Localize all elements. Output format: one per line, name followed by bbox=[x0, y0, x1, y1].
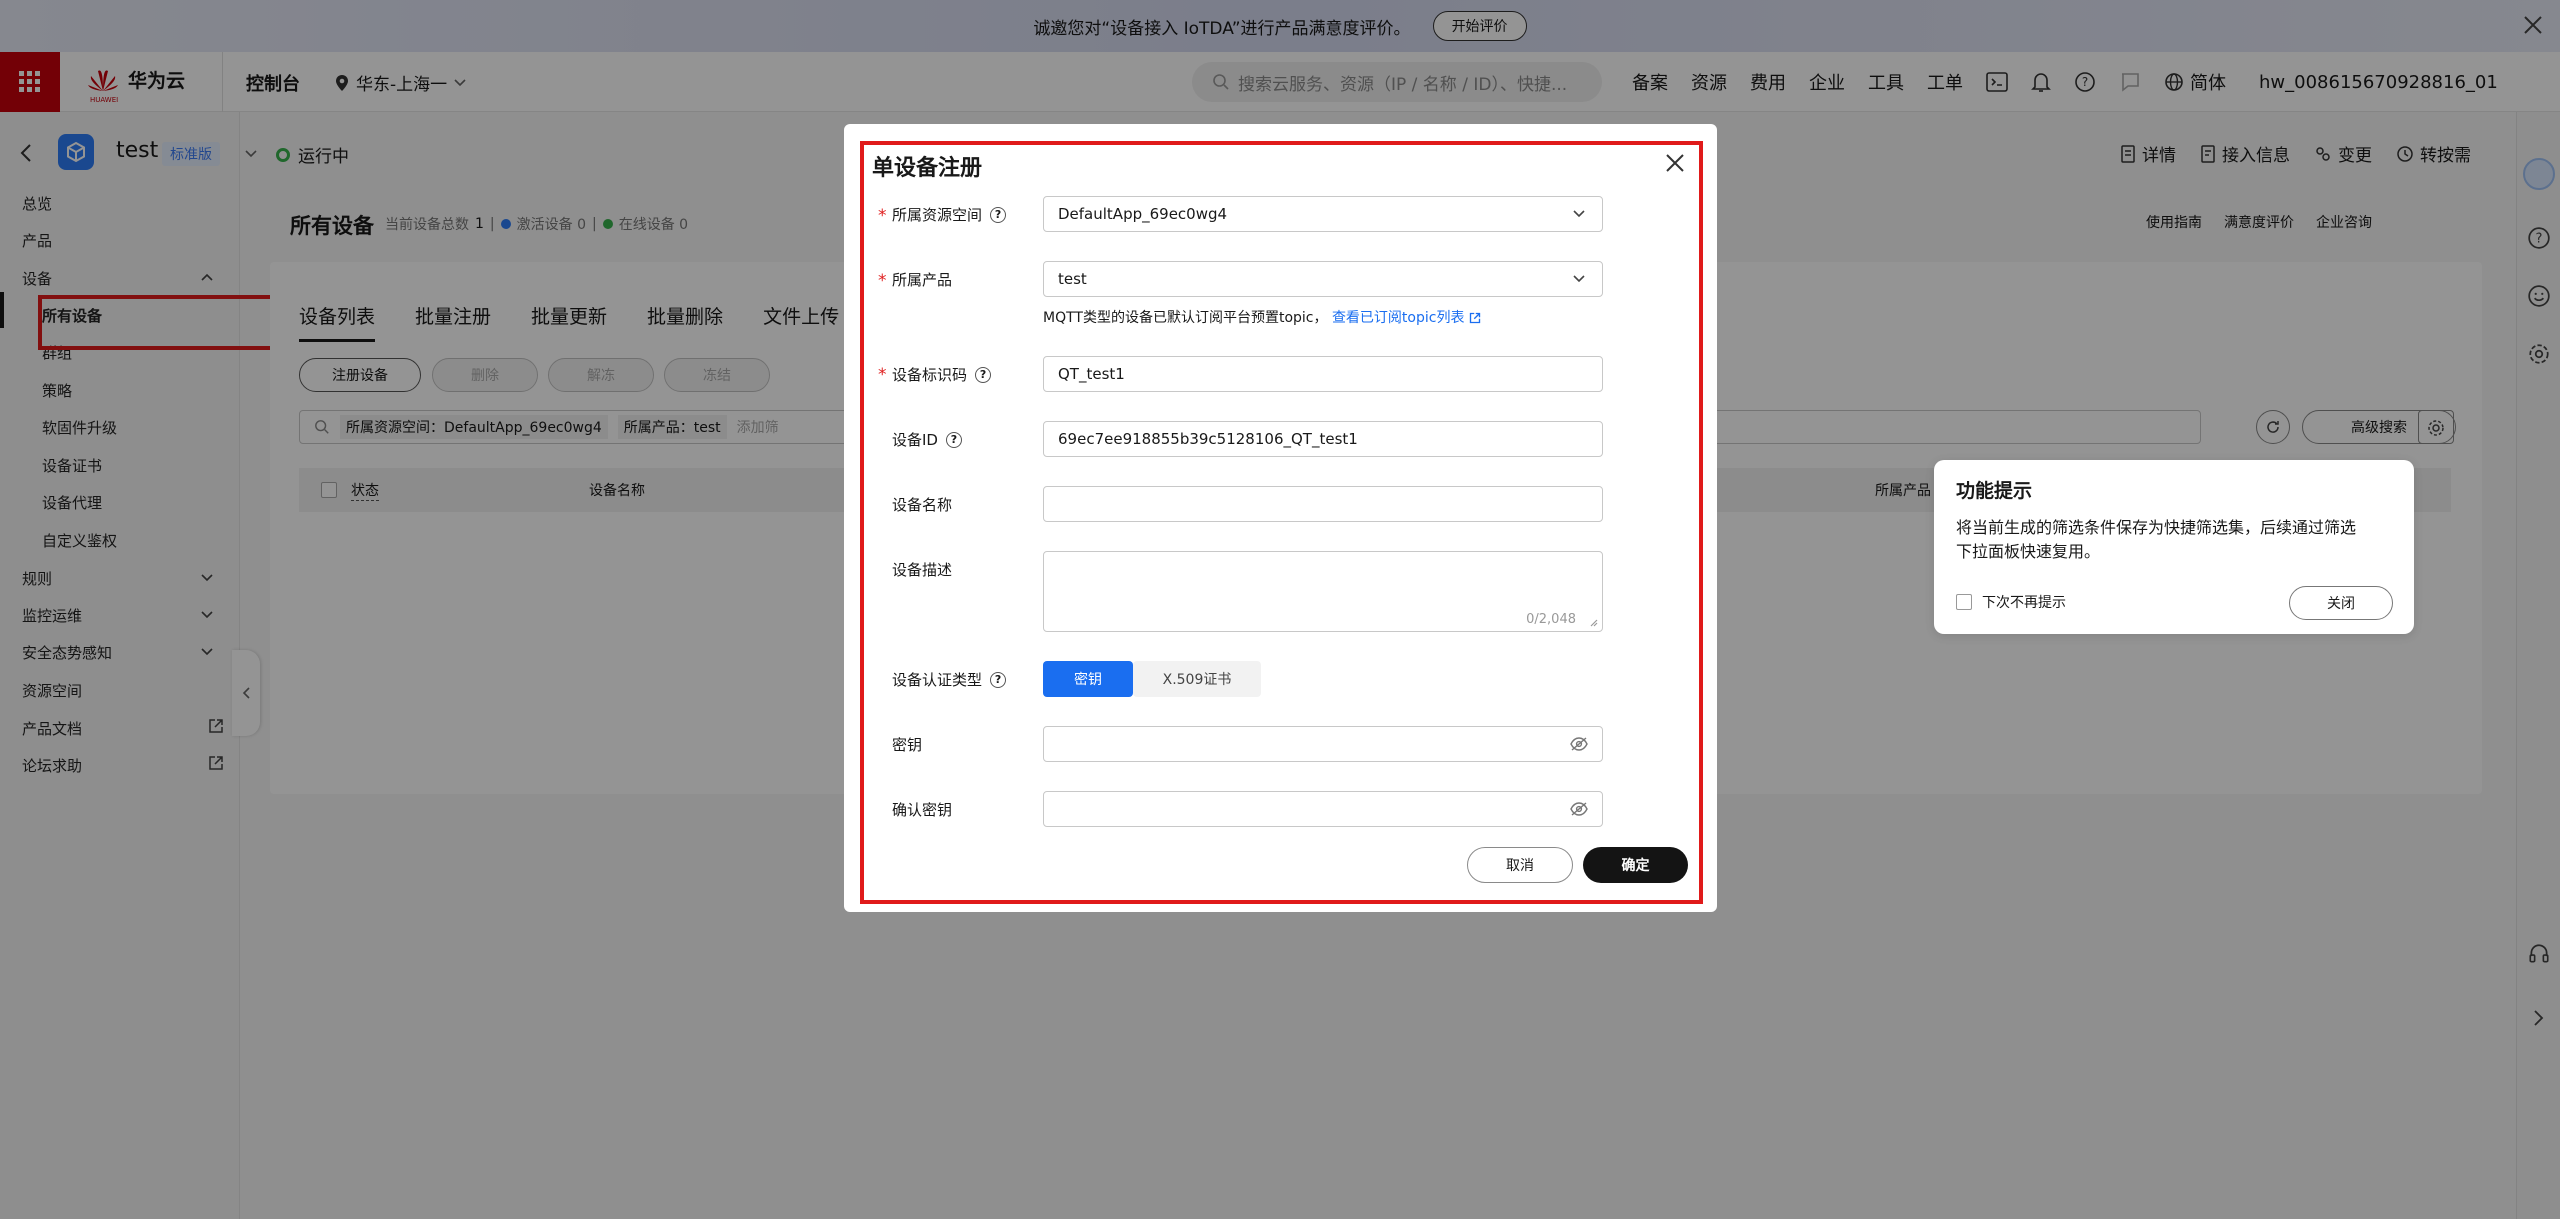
resource-space-value: DefaultApp_69ec0wg4 bbox=[1058, 205, 1228, 223]
tip-title: 功能提示 bbox=[1956, 480, 2033, 502]
tip-checkbox[interactable] bbox=[1956, 594, 1972, 610]
required-marker: * bbox=[878, 365, 887, 385]
help-icon[interactable]: ? bbox=[975, 366, 992, 383]
resource-space-select[interactable]: DefaultApp_69ec0wg4 bbox=[1043, 196, 1603, 232]
eye-off-icon[interactable] bbox=[1570, 737, 1588, 751]
eye-off-icon[interactable] bbox=[1570, 802, 1588, 816]
secret-input[interactable] bbox=[1043, 726, 1603, 762]
tip-checkbox-label: 下次不再提示 bbox=[1982, 595, 2066, 611]
help-icon[interactable]: ? bbox=[945, 431, 962, 448]
name-label: 设备名称 bbox=[892, 496, 953, 514]
topic-list-link[interactable]: 查看已订阅topic列表 bbox=[1332, 310, 1465, 326]
chevron-down-icon bbox=[1573, 275, 1585, 283]
space-label-group: 所属资源空间? bbox=[892, 204, 1007, 225]
tip-dont-show[interactable]: 下次不再提示 bbox=[1956, 592, 2066, 612]
auth-label-group: 设备认证类型? bbox=[892, 669, 1007, 690]
device-description-textarea[interactable]: 0/2,048 bbox=[1043, 551, 1603, 632]
space-label: 所属资源空间 bbox=[892, 206, 983, 224]
tip-body-line2: 下拉面板快速复用。 bbox=[1956, 542, 2101, 561]
desc-label: 设备描述 bbox=[892, 561, 953, 579]
tip-body-line1: 将当前生成的筛选条件保存为快捷筛选集，后续通过筛选 bbox=[1956, 518, 2357, 537]
confirm-button[interactable]: 确定 bbox=[1583, 847, 1688, 883]
product-label: 所属产品 bbox=[892, 271, 953, 289]
secret-label-group: 密钥 bbox=[892, 734, 922, 755]
desc-counter: 0/2,048 bbox=[1526, 612, 1576, 627]
auth-type-toggle: 密钥 X.509证书 bbox=[1043, 661, 1261, 697]
auth-label: 设备认证类型 bbox=[892, 671, 983, 689]
dialog-title: 单设备注册 bbox=[872, 156, 983, 181]
id-label-group: 设备ID? bbox=[892, 429, 962, 450]
desc-label-group: 设备描述 bbox=[892, 559, 952, 580]
device-code-value: QT_test1 bbox=[1058, 365, 1125, 383]
close-icon[interactable] bbox=[1664, 152, 1686, 174]
device-id-input[interactable]: 69ec7ee918855b39c5128106_QT_test1 bbox=[1043, 421, 1603, 457]
tip-close-button[interactable]: 关闭 bbox=[2289, 586, 2393, 620]
device-name-input[interactable] bbox=[1043, 486, 1603, 522]
product-label-group: 所属产品 bbox=[892, 269, 952, 290]
secret-label: 密钥 bbox=[892, 736, 923, 754]
help-icon[interactable]: ? bbox=[990, 671, 1007, 688]
auth-option-x509[interactable]: X.509证书 bbox=[1133, 661, 1261, 697]
id-label: 设备ID bbox=[892, 431, 938, 449]
name-label-group: 设备名称 bbox=[892, 494, 952, 515]
annotation-box bbox=[860, 141, 1703, 904]
tip-body: 将当前生成的筛选条件保存为快捷筛选集，后续通过筛选 下拉面板快速复用。 bbox=[1956, 516, 2356, 564]
confirm-secret-input[interactable] bbox=[1043, 791, 1603, 827]
code-label-group: 设备标识码? bbox=[892, 364, 992, 385]
chevron-down-icon bbox=[1573, 210, 1585, 218]
product-select[interactable]: test bbox=[1043, 261, 1603, 297]
topic-hint: MQTT类型的设备已默认订阅平台预置topic， 查看已订阅topic列表 bbox=[1043, 307, 1481, 327]
device-id-value: 69ec7ee918855b39c5128106_QT_test1 bbox=[1058, 430, 1358, 448]
code-label: 设备标识码 bbox=[892, 366, 968, 384]
required-marker: * bbox=[878, 206, 887, 226]
required-marker: * bbox=[878, 271, 887, 291]
device-code-input[interactable]: QT_test1 bbox=[1043, 356, 1603, 392]
external-link-icon[interactable] bbox=[1469, 312, 1481, 324]
topic-hint-text: MQTT类型的设备已默认订阅平台预置topic， bbox=[1043, 310, 1328, 326]
cancel-button[interactable]: 取消 bbox=[1467, 847, 1573, 883]
resize-handle-icon[interactable] bbox=[1588, 617, 1598, 627]
help-icon[interactable]: ? bbox=[990, 206, 1007, 223]
product-value: test bbox=[1058, 270, 1087, 288]
confirm-secret-label: 确认密钥 bbox=[892, 801, 953, 819]
confirm-label-group: 确认密钥 bbox=[892, 799, 952, 820]
feature-tip-popover: 功能提示 将当前生成的筛选条件保存为快捷筛选集，后续通过筛选 下拉面板快速复用。… bbox=[1934, 460, 2414, 634]
auth-option-secret[interactable]: 密钥 bbox=[1043, 661, 1133, 697]
